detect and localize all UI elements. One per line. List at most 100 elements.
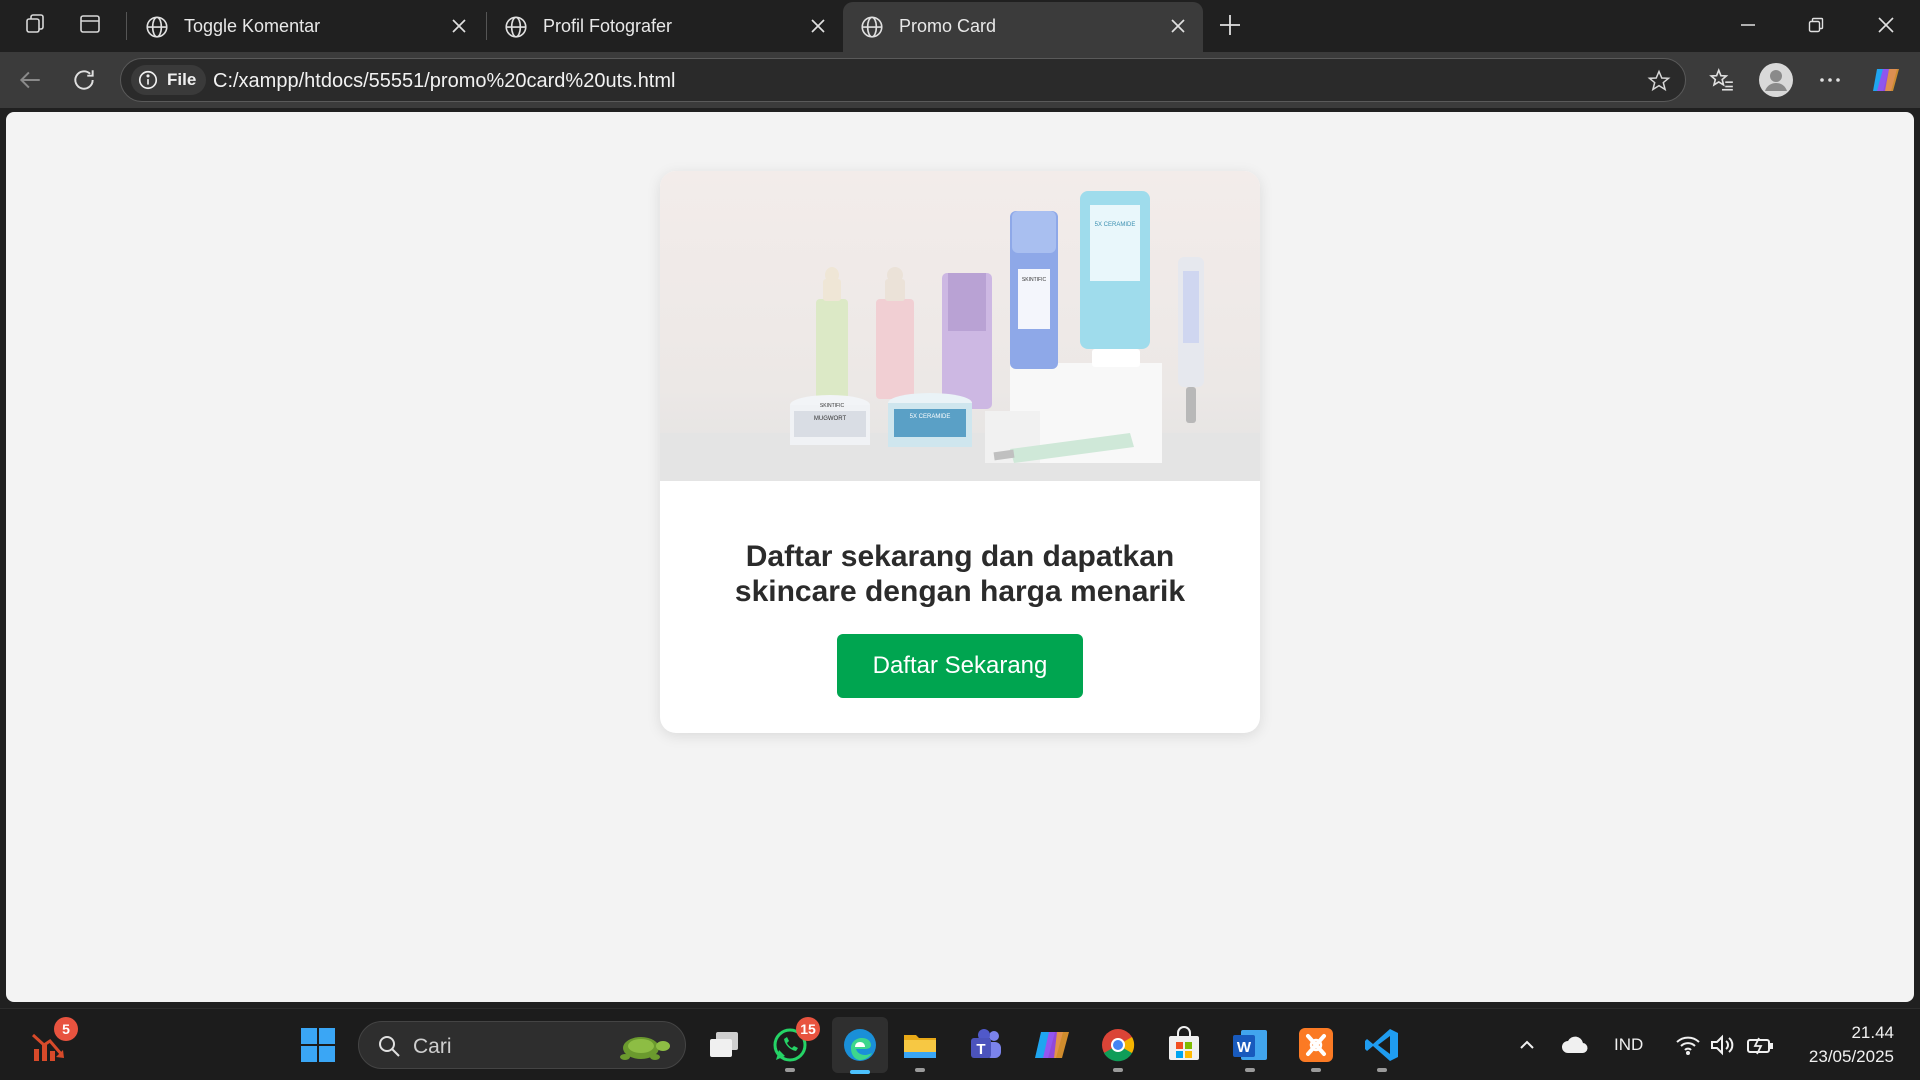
battery-button[interactable]	[1740, 1023, 1780, 1067]
workspaces-button[interactable]	[18, 8, 54, 40]
info-icon	[138, 70, 158, 90]
battery-charging-icon	[1747, 1037, 1773, 1055]
promo-image: SKINTIFIC MUGWORT 5X CERAMIDE 5X CERAMID…	[660, 171, 1260, 481]
task-view-button[interactable]	[702, 1023, 746, 1067]
minimize-button[interactable]	[1720, 4, 1776, 46]
xampp-button[interactable]	[1294, 1023, 1338, 1072]
widgets-badge: 5	[54, 1017, 78, 1041]
star-icon	[1647, 69, 1671, 92]
tab-profil-fotografer[interactable]: Profil Fotografer	[487, 2, 843, 52]
speaker-icon	[1711, 1034, 1734, 1056]
restore-button[interactable]	[1788, 4, 1844, 46]
store-icon	[1169, 1026, 1199, 1060]
workspaces-icon	[26, 14, 44, 33]
promo-heading: Daftar sekarang dan dapatkan skincare de…	[690, 539, 1230, 609]
windows-logo-icon	[301, 1028, 335, 1062]
tab-separator	[126, 12, 127, 40]
close-window-button[interactable]	[1858, 4, 1914, 46]
close-tab-button[interactable]	[1167, 15, 1189, 37]
teams-icon: T	[971, 1029, 1001, 1058]
new-tab-button[interactable]	[1212, 8, 1248, 42]
plus-icon	[1220, 15, 1240, 35]
browser-toolbar: File C:/xampp/htdocs/55551/promo%20card%…	[0, 52, 1920, 108]
site-info-button[interactable]: File	[131, 65, 207, 95]
widgets-button[interactable]: 5	[26, 1017, 78, 1067]
promo-heading-line2: skincare dengan harga menarik	[734, 575, 1186, 608]
close-icon	[1878, 17, 1894, 33]
whatsapp-button[interactable]: 15	[768, 1017, 820, 1072]
copilot-icon	[1873, 69, 1899, 91]
promo-heading-line1: Daftar sekarang dan dapatkan	[745, 540, 1175, 573]
tab-title: Profil Fotografer	[543, 16, 673, 36]
copilot-icon	[1035, 1032, 1069, 1058]
start-button[interactable]	[296, 1023, 340, 1067]
tab-actions-button[interactable]	[72, 8, 108, 40]
clock[interactable]: 21.44 23/05/2025	[1809, 1021, 1894, 1069]
show-hidden-icons-button[interactable]	[1506, 1023, 1548, 1067]
edge-icon	[844, 1029, 876, 1061]
word-button[interactable]: W	[1228, 1023, 1272, 1072]
favorites-button[interactable]	[1702, 60, 1742, 100]
address-bar[interactable]: File C:/xampp/htdocs/55551/promo%20card%…	[120, 58, 1686, 102]
search-icon	[379, 1036, 400, 1057]
minimize-icon	[1741, 24, 1755, 26]
tab-actions-icon	[80, 15, 100, 33]
favorites-list-icon	[1709, 68, 1733, 91]
refresh-button[interactable]	[64, 60, 104, 100]
taskbar-search[interactable]: Cari	[358, 1021, 686, 1069]
more-dots-icon	[1820, 78, 1840, 82]
store-button[interactable]	[1162, 1023, 1206, 1067]
tab-title: Promo Card	[899, 16, 997, 36]
svg-text:MUGWORT: MUGWORT	[814, 416, 847, 422]
daftar-sekarang-button[interactable]: Daftar Sekarang	[837, 634, 1083, 698]
close-tab-button[interactable]	[807, 15, 829, 37]
svg-text:T: T	[976, 1041, 985, 1058]
page-viewport: SKINTIFIC MUGWORT 5X CERAMIDE 5X CERAMID…	[6, 112, 1914, 1002]
copilot-app-button[interactable]	[1030, 1023, 1074, 1067]
volume-button[interactable]	[1702, 1023, 1742, 1067]
refresh-icon	[74, 70, 94, 90]
chrome-icon	[1102, 1029, 1135, 1062]
word-icon: W	[1233, 1030, 1267, 1060]
tab-strip: Toggle Komentar Profil Fotografer Promo …	[0, 0, 1920, 52]
close-icon	[452, 19, 466, 33]
wifi-icon	[1676, 1036, 1700, 1055]
file-explorer-button[interactable]	[898, 1023, 942, 1072]
teams-button[interactable]: T	[964, 1023, 1008, 1067]
running-indicator	[1113, 1068, 1123, 1072]
search-placeholder: Cari	[413, 1035, 452, 1058]
vscode-button[interactable]	[1360, 1023, 1404, 1072]
language-indicator[interactable]: IND	[1614, 1035, 1643, 1055]
restore-icon	[1808, 17, 1824, 33]
running-indicator	[1377, 1068, 1387, 1072]
chrome-button[interactable]	[1096, 1023, 1140, 1072]
close-tab-button[interactable]	[448, 15, 470, 37]
tab-promo-card[interactable]: Promo Card	[843, 2, 1203, 52]
whatsapp-badge: 15	[796, 1017, 820, 1041]
profile-button[interactable]	[1756, 60, 1796, 100]
svg-text:5X CERAMIDE: 5X CERAMIDE	[1095, 222, 1136, 228]
back-button[interactable]	[10, 60, 50, 100]
running-indicator	[1245, 1068, 1255, 1072]
clock-date: 23/05/2025	[1808, 1047, 1894, 1066]
xampp-icon	[1299, 1028, 1333, 1062]
settings-more-button[interactable]	[1810, 60, 1850, 100]
running-indicator	[785, 1068, 795, 1072]
onedrive-button[interactable]	[1554, 1023, 1596, 1067]
taskbar: 5 Cari 15 T W IND 21.44 23/05/2025	[0, 1008, 1920, 1080]
globe-icon	[861, 16, 883, 38]
favorite-button[interactable]	[1645, 67, 1673, 95]
running-indicator	[915, 1068, 925, 1072]
active-indicator	[850, 1070, 870, 1074]
turtle-icon	[620, 1037, 670, 1060]
copilot-button[interactable]	[1866, 60, 1906, 100]
tab-toggle-komentar[interactable]: Toggle Komentar	[128, 2, 484, 52]
close-icon	[1171, 19, 1185, 33]
url-text[interactable]: C:/xampp/htdocs/55551/promo%20card%20uts…	[213, 70, 675, 93]
task-view-icon	[710, 1032, 738, 1057]
cloud-icon	[1562, 1036, 1588, 1054]
back-arrow-icon	[19, 71, 40, 89]
vscode-icon	[1365, 1029, 1398, 1061]
tab-title: Toggle Komentar	[184, 16, 321, 36]
edge-button[interactable]	[832, 1017, 888, 1074]
